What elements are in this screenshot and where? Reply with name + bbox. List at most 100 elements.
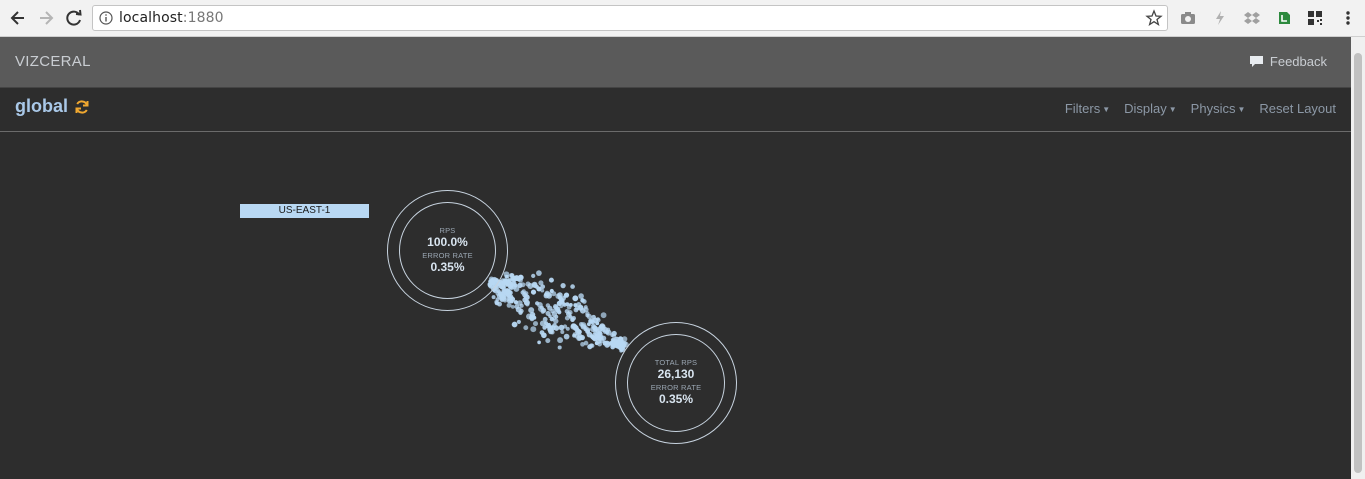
evernote-icon[interactable] <box>1275 9 1293 27</box>
traffic-particle <box>519 308 524 314</box>
traffic-particle <box>597 341 603 347</box>
source-node[interactable]: RPS 100.0% ERROR RATE 0.35% <box>387 190 508 311</box>
dropbox-icon[interactable] <box>1243 9 1261 27</box>
traffic-particle <box>530 289 537 295</box>
physics-label: Physics <box>1190 101 1236 116</box>
page-scrollbar[interactable] <box>1351 37 1365 479</box>
display-dropdown[interactable]: Display ▼ <box>1124 101 1177 116</box>
traffic-particle <box>532 283 538 288</box>
traffic-particle <box>580 341 585 347</box>
source-node-metrics: RPS 100.0% ERROR RATE 0.35% <box>399 202 496 299</box>
region-node-us-east-1[interactable]: TOTAL RPS 26,130 ERROR RATE 0.35% <box>615 322 737 444</box>
filters-dropdown[interactable]: Filters ▼ <box>1065 101 1110 116</box>
caret-down-icon: ▼ <box>1168 105 1177 115</box>
traffic-particle <box>577 304 584 311</box>
lightning-icon[interactable] <box>1211 9 1229 27</box>
traffic-particle <box>610 344 616 350</box>
traffic-particle <box>512 281 517 285</box>
traffic-particle <box>578 293 584 299</box>
app-title: VIZCERAL <box>15 53 91 70</box>
traffic-particle <box>597 331 603 337</box>
traffic-particle <box>503 278 508 284</box>
traffic-particle <box>586 313 592 319</box>
traffic-particle <box>536 270 542 276</box>
scrollbar-thumb[interactable] <box>1354 53 1362 473</box>
feedback-label: Feedback <box>1269 54 1327 69</box>
region-node-metrics: TOTAL RPS 26,130 ERROR RATE 0.35% <box>627 334 725 432</box>
traffic-particle <box>523 294 530 301</box>
url-host: localhost <box>119 10 183 26</box>
traffic-particle <box>530 326 537 333</box>
caret-down-icon: ▼ <box>1102 105 1111 115</box>
region-node-metric1-value: 26,130 <box>657 367 695 381</box>
traffic-particle <box>538 280 544 286</box>
traffic-particle <box>537 340 541 345</box>
traffic-particle <box>532 315 537 320</box>
traffic-particle <box>606 327 611 332</box>
back-arrow-icon[interactable] <box>7 7 29 29</box>
region-node-metric2-label: ERROR RATE <box>650 383 702 392</box>
info-icon[interactable] <box>99 11 113 25</box>
traffic-particle <box>508 284 514 290</box>
url-text[interactable]: localhost:1880 <box>119 10 224 26</box>
traffic-particle <box>536 286 542 292</box>
region-node-metric2-value: 0.35% <box>658 392 694 406</box>
traffic-particle <box>557 345 562 350</box>
traffic-particle <box>526 313 532 320</box>
view-menu: Filters ▼ Display ▼ Physics ▼ Reset Layout <box>1065 101 1336 116</box>
feedback-button[interactable]: Feedback <box>1249 54 1327 69</box>
address-bar[interactable]: localhost:1880 <box>92 5 1168 31</box>
traffic-particle <box>595 321 600 326</box>
traffic-particle <box>523 325 529 331</box>
region-label[interactable]: US-EAST-1 <box>240 204 369 218</box>
traffic-particle <box>511 321 518 328</box>
display-label: Display <box>1124 101 1167 116</box>
more-menu-icon[interactable] <box>1339 9 1357 27</box>
traffic-particle <box>553 318 559 324</box>
traffic-particle <box>557 337 564 344</box>
traffic-particle <box>563 292 570 298</box>
app-header: VIZCERAL Feedback <box>0 37 1351 88</box>
reload-icon[interactable] <box>63 7 85 29</box>
traffic-particle <box>547 305 553 311</box>
traffic-graph-canvas[interactable]: US-EAST-1 RPS 100.0% ERROR RATE 0.35% TO… <box>0 132 1351 479</box>
traffic-particle <box>600 312 607 319</box>
traffic-particle <box>497 301 502 307</box>
traffic-particle <box>557 292 563 298</box>
reset-layout-button[interactable]: Reset Layout <box>1259 101 1336 116</box>
traffic-particle <box>528 307 535 314</box>
traffic-particle <box>520 282 526 288</box>
traffic-particle <box>503 271 510 278</box>
refresh-icon[interactable] <box>74 99 90 115</box>
speech-bubble-icon <box>1249 56 1263 67</box>
star-icon[interactable] <box>1145 9 1163 27</box>
region-node-metric1-label: TOTAL RPS <box>654 358 698 367</box>
breadcrumb-global[interactable]: global <box>15 96 68 117</box>
traffic-particle <box>560 282 566 289</box>
camera-icon[interactable] <box>1179 9 1197 27</box>
traffic-particle <box>491 295 496 300</box>
traffic-particle <box>583 305 588 309</box>
traffic-particle <box>553 325 560 331</box>
traffic-particle <box>557 310 562 315</box>
physics-dropdown[interactable]: Physics ▼ <box>1191 101 1246 116</box>
forward-arrow-icon[interactable] <box>35 7 57 29</box>
traffic-particle <box>590 319 596 325</box>
traffic-particle <box>579 334 585 341</box>
browser-toolbar: localhost:1880 <box>0 0 1365 37</box>
url-port: :1880 <box>182 10 224 26</box>
traffic-particle <box>545 338 551 344</box>
traffic-particle <box>550 330 555 335</box>
traffic-particle <box>600 335 607 341</box>
source-node-metric2-label: ERROR RATE <box>422 250 473 260</box>
traffic-particle <box>574 329 580 334</box>
traffic-particle <box>562 324 568 329</box>
source-node-metric2-value: 0.35% <box>430 259 465 274</box>
qr-code-icon[interactable] <box>1306 9 1324 27</box>
traffic-particle <box>572 333 577 338</box>
filters-label: Filters <box>1064 101 1101 116</box>
traffic-particle <box>510 275 517 282</box>
traffic-particle <box>502 297 508 303</box>
traffic-particle <box>506 302 512 308</box>
traffic-particle <box>603 330 607 334</box>
